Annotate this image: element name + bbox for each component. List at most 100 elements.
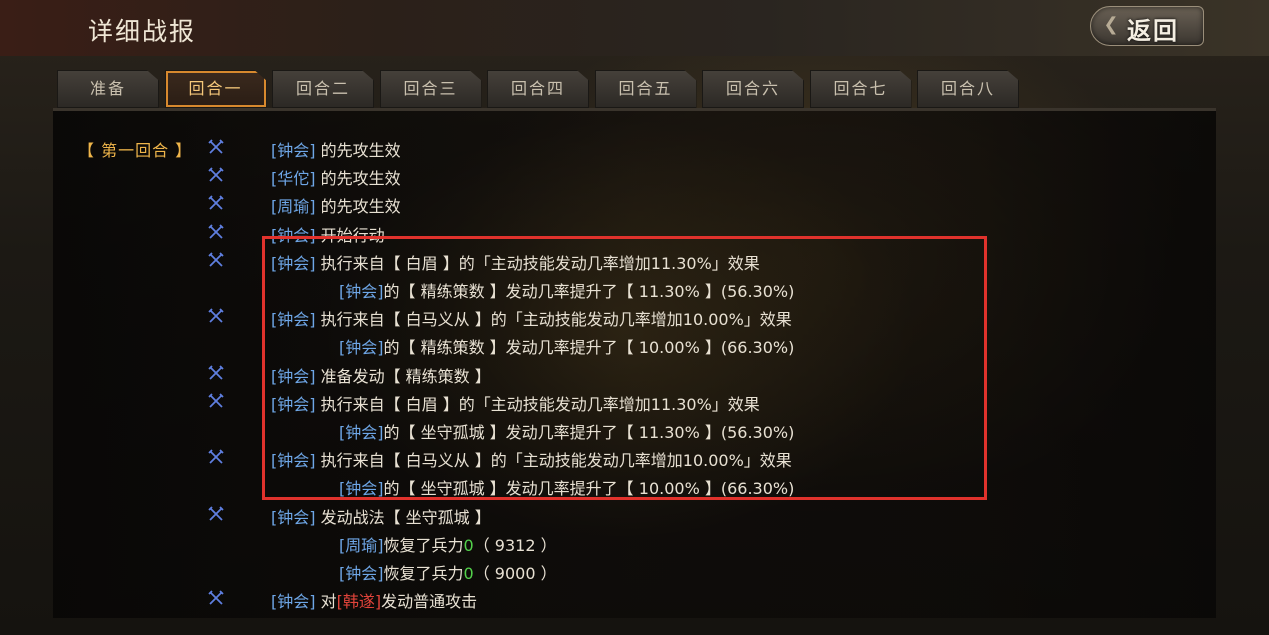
log-fragment: 的【 坐守孤城 】发动几率提升了【 11.30% 】(56.30%) [383, 423, 795, 442]
log-fragment: 的先攻生效 [315, 197, 401, 217]
log-text: [钟会] 准备发动【 精练策数 】 [271, 363, 491, 387]
log-text: [钟会] 对[韩遂]发动普通攻击 [271, 588, 477, 612]
log-text: [华佗] 的先攻生效 [271, 165, 401, 189]
log-row: [钟会] 执行来自【 白马义从 】的「主动技能发动几率增加10.00%」效果 [53, 304, 1216, 330]
back-button-label: 返回 [1127, 17, 1179, 45]
log-fragment: （ 9000 ） [473, 564, 557, 583]
crossed-swords-icon [208, 393, 224, 409]
general-name: [钟会] [271, 310, 316, 330]
general-name: [钟会] [339, 282, 384, 301]
round-tabs: 准备 回合一 回合二 回合三 回合四 回合五 回合六 回合七 回合八 [57, 70, 1022, 108]
general-name: [钟会] [271, 225, 316, 245]
log-fragment: 发动普通攻击 [381, 592, 478, 612]
log-fragment: 的【 精练策数 】发动几率提升了【 10.00% 】(66.30%) [383, 338, 795, 358]
general-name: [钟会] [271, 141, 316, 160]
heal-amount: 0 [463, 564, 474, 583]
log-fragment: 执行来自【 白眉 】的「主动技能发动几率增加11.30%」效果 [315, 394, 760, 414]
general-name: [钟会] [271, 394, 316, 414]
tab-prepare[interactable]: 准备 [57, 70, 159, 108]
log-row: [钟会]的【 精练策数 】发动几率提升了【 10.00% 】(66.30%) [53, 332, 1216, 358]
crossed-swords-icon [208, 167, 224, 183]
log-row: [钟会] 开始行动 [53, 220, 1216, 246]
general-name: [钟会] [339, 564, 384, 583]
log-row: [周瑜]恢复了兵力0（ 9312 ） [53, 530, 1216, 556]
log-text: [钟会]的【 坐守孤城 】发动几率提升了【 11.30% 】(56.30%) [339, 419, 794, 443]
tab-round-1[interactable]: 回合一 [164, 70, 267, 108]
log-fragment: 的先攻生效 [315, 141, 401, 160]
log-fragment: 准备发动【 精练策数 】 [315, 366, 491, 386]
general-name: [韩遂] [336, 592, 382, 612]
tab-round-8[interactable]: 回合八 [917, 70, 1019, 108]
log-row: [钟会] 发动战法【 坐守孤城 】 [53, 502, 1216, 528]
log-row: [华佗] 的先攻生效 [53, 163, 1216, 189]
crossed-swords-icon [208, 308, 224, 324]
log-text: [钟会] 执行来自【 白眉 】的「主动技能发动几率增加11.30%」效果 [271, 391, 760, 415]
log-fragment: （ 9312 ） [473, 535, 557, 555]
general-name: [钟会] [271, 366, 316, 386]
crossed-swords-icon [208, 590, 224, 606]
log-row: [钟会]恢复了兵力0（ 9000 ） [53, 558, 1216, 584]
crossed-swords-icon [208, 505, 224, 522]
log-fragment: 恢复了兵力 [383, 564, 464, 583]
tab-round-3[interactable]: 回合三 [379, 70, 482, 108]
crossed-swords-icon [208, 252, 224, 268]
log-text: [钟会]的【 坐守孤城 】发动几率提升了【 10.00% 】(66.30%) [339, 475, 794, 499]
log-fragment: 发动战法【 坐守孤城 】 [315, 507, 491, 527]
back-ornament-icon: ❮ [1103, 14, 1119, 35]
log-text: [钟会]恢复了兵力0（ 9000 ） [339, 560, 557, 584]
general-name: [钟会] [271, 451, 316, 471]
tab-round-7[interactable]: 回合七 [809, 70, 912, 108]
log-fragment: 的先攻生效 [315, 169, 401, 189]
log-text: [钟会] 执行来自【 白马义从 】的「主动技能发动几率增加10.00%」效果 [271, 306, 792, 330]
log-fragment: 执行来自【 白马义从 】的「主动技能发动几率增加10.00%」效果 [315, 310, 792, 330]
general-name: [周瑜] [271, 197, 316, 217]
heal-amount: 0 [463, 535, 474, 555]
crossed-swords-icon [208, 195, 224, 211]
general-name: [钟会] [339, 338, 384, 358]
log-text: [钟会]的【 精练策数 】发动几率提升了【 11.30% 】(56.30%) [339, 278, 794, 302]
log-text: [钟会] 的先攻生效 [271, 137, 401, 161]
general-name: [钟会] [339, 479, 384, 499]
tab-round-4[interactable]: 回合四 [487, 70, 589, 108]
header-bar: 详细战报 ❮ 返回 [0, 0, 1269, 56]
crossed-swords-icon [208, 223, 224, 240]
general-name: [钟会] [271, 253, 316, 273]
tab-round-6[interactable]: 回合六 [702, 70, 804, 108]
log-row: [钟会]的【 精练策数 】发动几率提升了【 11.30% 】(56.30%) [53, 276, 1216, 302]
crossed-swords-icon [208, 139, 224, 155]
crossed-swords-icon [208, 364, 224, 381]
log-row: [钟会]的【 坐守孤城 】发动几率提升了【 10.00% 】(66.30%) [53, 473, 1216, 499]
log-row: [钟会] 执行来自【 白眉 】的「主动技能发动几率增加11.30%」效果 [53, 389, 1216, 415]
log-fragment: 恢复了兵力 [383, 535, 464, 555]
log-fragment: 的【 精练策数 】发动几率提升了【 11.30% 】(56.30%) [383, 282, 795, 301]
log-fragment: 的【 坐守孤城 】发动几率提升了【 10.00% 】(66.30%) [383, 479, 795, 499]
log-row: [钟会] 的先攻生效 [53, 135, 1216, 161]
log-row: [钟会]的【 坐守孤城 】发动几率提升了【 11.30% 】(56.30%) [53, 417, 1216, 443]
log-text: [钟会] 执行来自【 白马义从 】的「主动技能发动几率增加10.00%」效果 [271, 447, 792, 471]
log-row: [钟会] 对[韩遂]发动普通攻击 [53, 586, 1216, 612]
tab-round-2[interactable]: 回合二 [272, 70, 374, 108]
general-name: [钟会] [271, 507, 316, 527]
tab-round-5[interactable]: 回合五 [594, 70, 697, 108]
log-row: [周瑜] 的先攻生效 [53, 191, 1216, 217]
log-text: [钟会] 发动战法【 坐守孤城 】 [271, 504, 491, 528]
crossed-swords-icon [208, 449, 224, 465]
back-button[interactable]: ❮ 返回 [1090, 6, 1204, 46]
log-fragment: 开始行动 [315, 225, 385, 245]
general-name: [钟会] [271, 592, 316, 612]
log-text: [钟会] 开始行动 [271, 222, 385, 246]
log-row: [钟会] 准备发动【 精练策数 】 [53, 361, 1216, 387]
log-row: [钟会] 执行来自【 白眉 】的「主动技能发动几率增加11.30%」效果 [53, 248, 1216, 274]
log-fragment: 对 [315, 592, 337, 612]
battle-log-panel: 【 第一回合 】 [钟会] 的先攻生效 [华佗] 的先攻生效 [周瑜] 的先攻生效[… [53, 108, 1216, 618]
log-text: [周瑜] 的先攻生效 [271, 193, 401, 217]
log-text: [周瑜]恢复了兵力0（ 9312 ） [339, 532, 557, 556]
general-name: [周瑜] [339, 535, 384, 555]
log-text: [钟会] 执行来自【 白眉 】的「主动技能发动几率增加11.30%」效果 [271, 250, 760, 274]
general-name: [华佗] [271, 169, 316, 189]
general-name: [钟会] [339, 423, 384, 442]
log-fragment: 执行来自【 白马义从 】的「主动技能发动几率增加10.00%」效果 [315, 451, 792, 471]
log-text: [钟会]的【 精练策数 】发动几率提升了【 10.00% 】(66.30%) [339, 334, 794, 358]
log-fragment: 执行来自【 白眉 】的「主动技能发动几率增加11.30%」效果 [315, 253, 760, 273]
log-row: [钟会] 执行来自【 白马义从 】的「主动技能发动几率增加10.00%」效果 [53, 445, 1216, 471]
